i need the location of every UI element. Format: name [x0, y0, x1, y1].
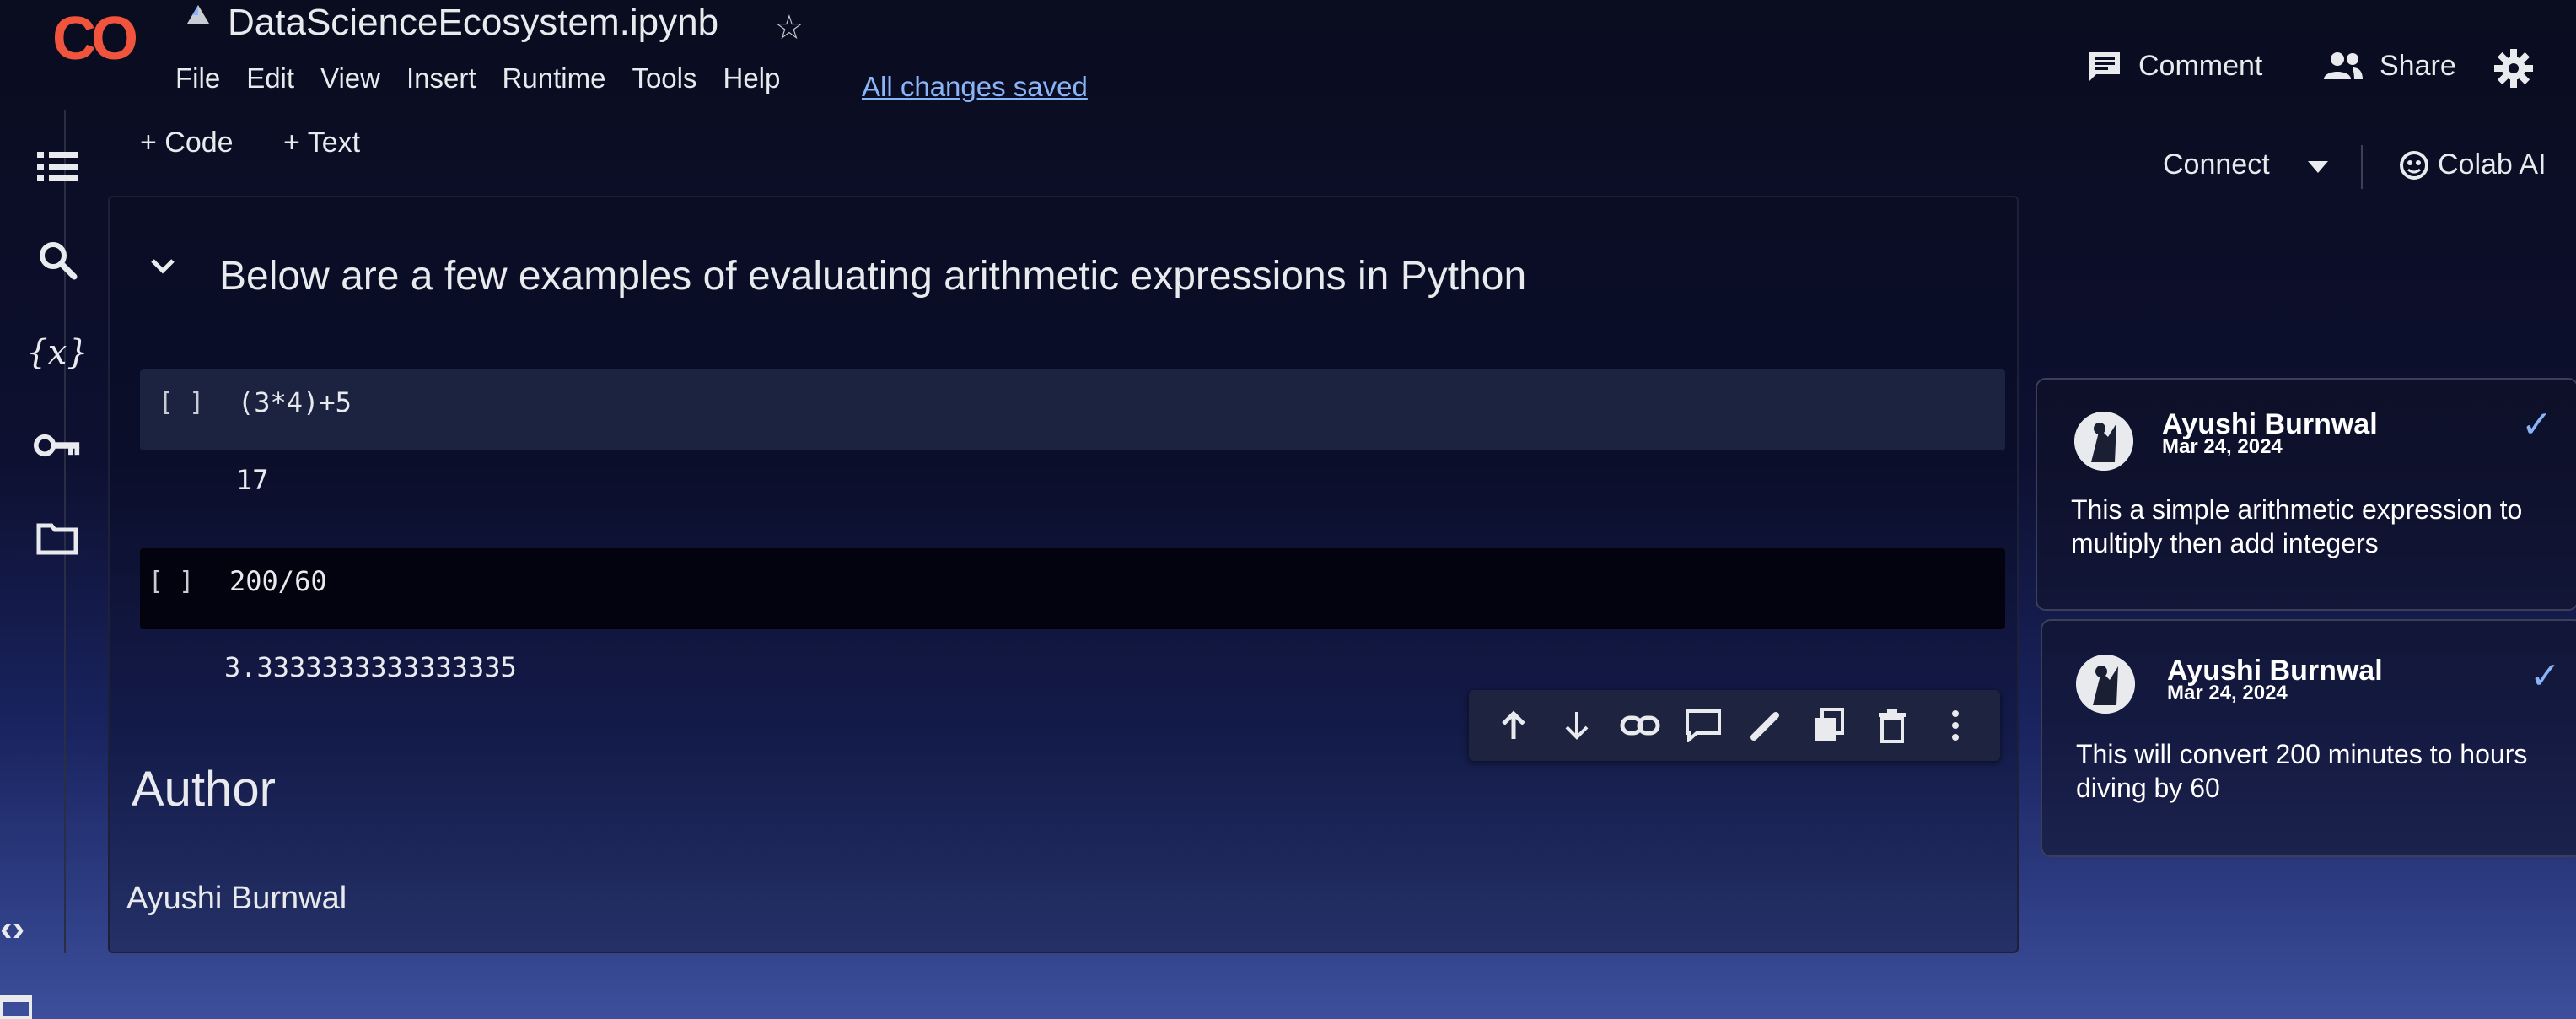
edit-icon[interactable]	[1740, 700, 1791, 751]
save-status-link[interactable]: All changes saved	[862, 71, 1088, 103]
resolve-check-icon[interactable]: ✓	[2521, 403, 2552, 446]
files-folder-icon[interactable]	[34, 515, 81, 562]
secrets-key-icon[interactable]	[34, 422, 81, 469]
run-cell-button[interactable]: [ ]	[159, 388, 204, 418]
terminal-icon[interactable]	[0, 994, 34, 1019]
move-up-icon[interactable]	[1488, 700, 1539, 751]
move-down-icon[interactable]	[1552, 700, 1602, 751]
share-label: Share	[2380, 49, 2456, 82]
drive-icon	[187, 5, 209, 24]
menu-view[interactable]: View	[320, 62, 380, 94]
comment-date: Mar 24, 2024	[2162, 435, 2283, 458]
comment-card[interactable]: Ayushi Burnwal Mar 24, 2024 ✓ This will …	[2041, 619, 2576, 857]
cell-code[interactable]: 200/60	[229, 565, 327, 597]
add-text-button[interactable]: + Text	[283, 127, 360, 159]
section-heading: Below are a few examples of evaluating a…	[219, 254, 1527, 299]
copy-icon[interactable]	[1804, 700, 1854, 751]
comment-text: This a simple arithmetic expression to m…	[2071, 494, 2523, 558]
more-options-icon[interactable]	[1930, 700, 1981, 751]
comment-date: Mar 24, 2024	[2167, 682, 2288, 704]
comment-text: This will convert 200 minutes to hours d…	[2076, 739, 2528, 803]
cell-code[interactable]: (3*4)+5	[238, 386, 352, 418]
share-button[interactable]: Share	[2322, 49, 2456, 83]
author-name: Ayushi Burnwal	[126, 881, 347, 916]
comment-icon	[2089, 52, 2120, 81]
settings-gear-icon[interactable]	[2493, 47, 2535, 89]
colab-ai-icon	[2400, 150, 2428, 180]
menu-runtime[interactable]: Runtime	[503, 62, 606, 94]
menu-edit[interactable]: Edit	[246, 62, 294, 94]
variables-icon[interactable]: {x}	[26, 329, 88, 376]
toolbar-divider	[2361, 145, 2363, 189]
cell-output: 17	[236, 464, 269, 496]
table-of-contents-icon[interactable]	[34, 143, 81, 191]
collapse-section-chevron-icon[interactable]	[150, 258, 175, 275]
comment-label: Comment	[2138, 49, 2263, 82]
avatar	[2076, 655, 2135, 714]
menu-bar: File Edit View Insert Runtime Tools Help	[175, 62, 806, 94]
people-icon	[2324, 52, 2363, 79]
link-icon[interactable]	[1615, 700, 1665, 751]
star-icon[interactable]: ☆	[774, 8, 804, 47]
colab-ai-label: Colab AI	[2438, 148, 2546, 181]
menu-file[interactable]: File	[175, 62, 220, 94]
add-code-button[interactable]: + Code	[140, 127, 234, 159]
colab-window: { "app": { "logo_text": "CO", "file_titl…	[0, 0, 2576, 1019]
author-heading: Author	[132, 762, 276, 817]
notebook-title[interactable]: DataScienceEcosystem.ipynb	[228, 2, 718, 44]
code-cell[interactable]: [ ] (3*4)+5	[140, 369, 2005, 450]
comment-icon[interactable]	[1678, 700, 1729, 751]
search-icon[interactable]	[34, 236, 81, 283]
connect-button[interactable]: Connect	[2163, 148, 2270, 181]
delete-icon[interactable]	[1867, 700, 1917, 751]
colab-ai-button[interactable]: Colab AI	[2399, 148, 2546, 181]
avatar	[2074, 412, 2133, 471]
menu-help[interactable]: Help	[723, 62, 780, 94]
cell-output: 3.3333333333333335	[224, 651, 517, 683]
menu-tools[interactable]: Tools	[632, 62, 696, 94]
code-cell[interactable]: [ ] 200/60	[140, 548, 2005, 629]
menu-insert[interactable]: Insert	[406, 62, 476, 94]
connect-label: Connect	[2163, 148, 2270, 181]
cell-toolbar	[1469, 690, 2000, 761]
comment-card[interactable]: Ayushi Burnwal Mar 24, 2024 ✓ This a sim…	[2036, 378, 2576, 611]
connect-dropdown-icon[interactable]	[2307, 160, 2329, 174]
code-snippets-icon[interactable]: ‹›	[0, 908, 24, 950]
comment-button[interactable]: Comment	[2086, 49, 2262, 83]
run-cell-button[interactable]: [ ]	[148, 567, 194, 596]
colab-logo[interactable]: CO	[52, 8, 145, 69]
resolve-check-icon[interactable]: ✓	[2530, 655, 2561, 698]
